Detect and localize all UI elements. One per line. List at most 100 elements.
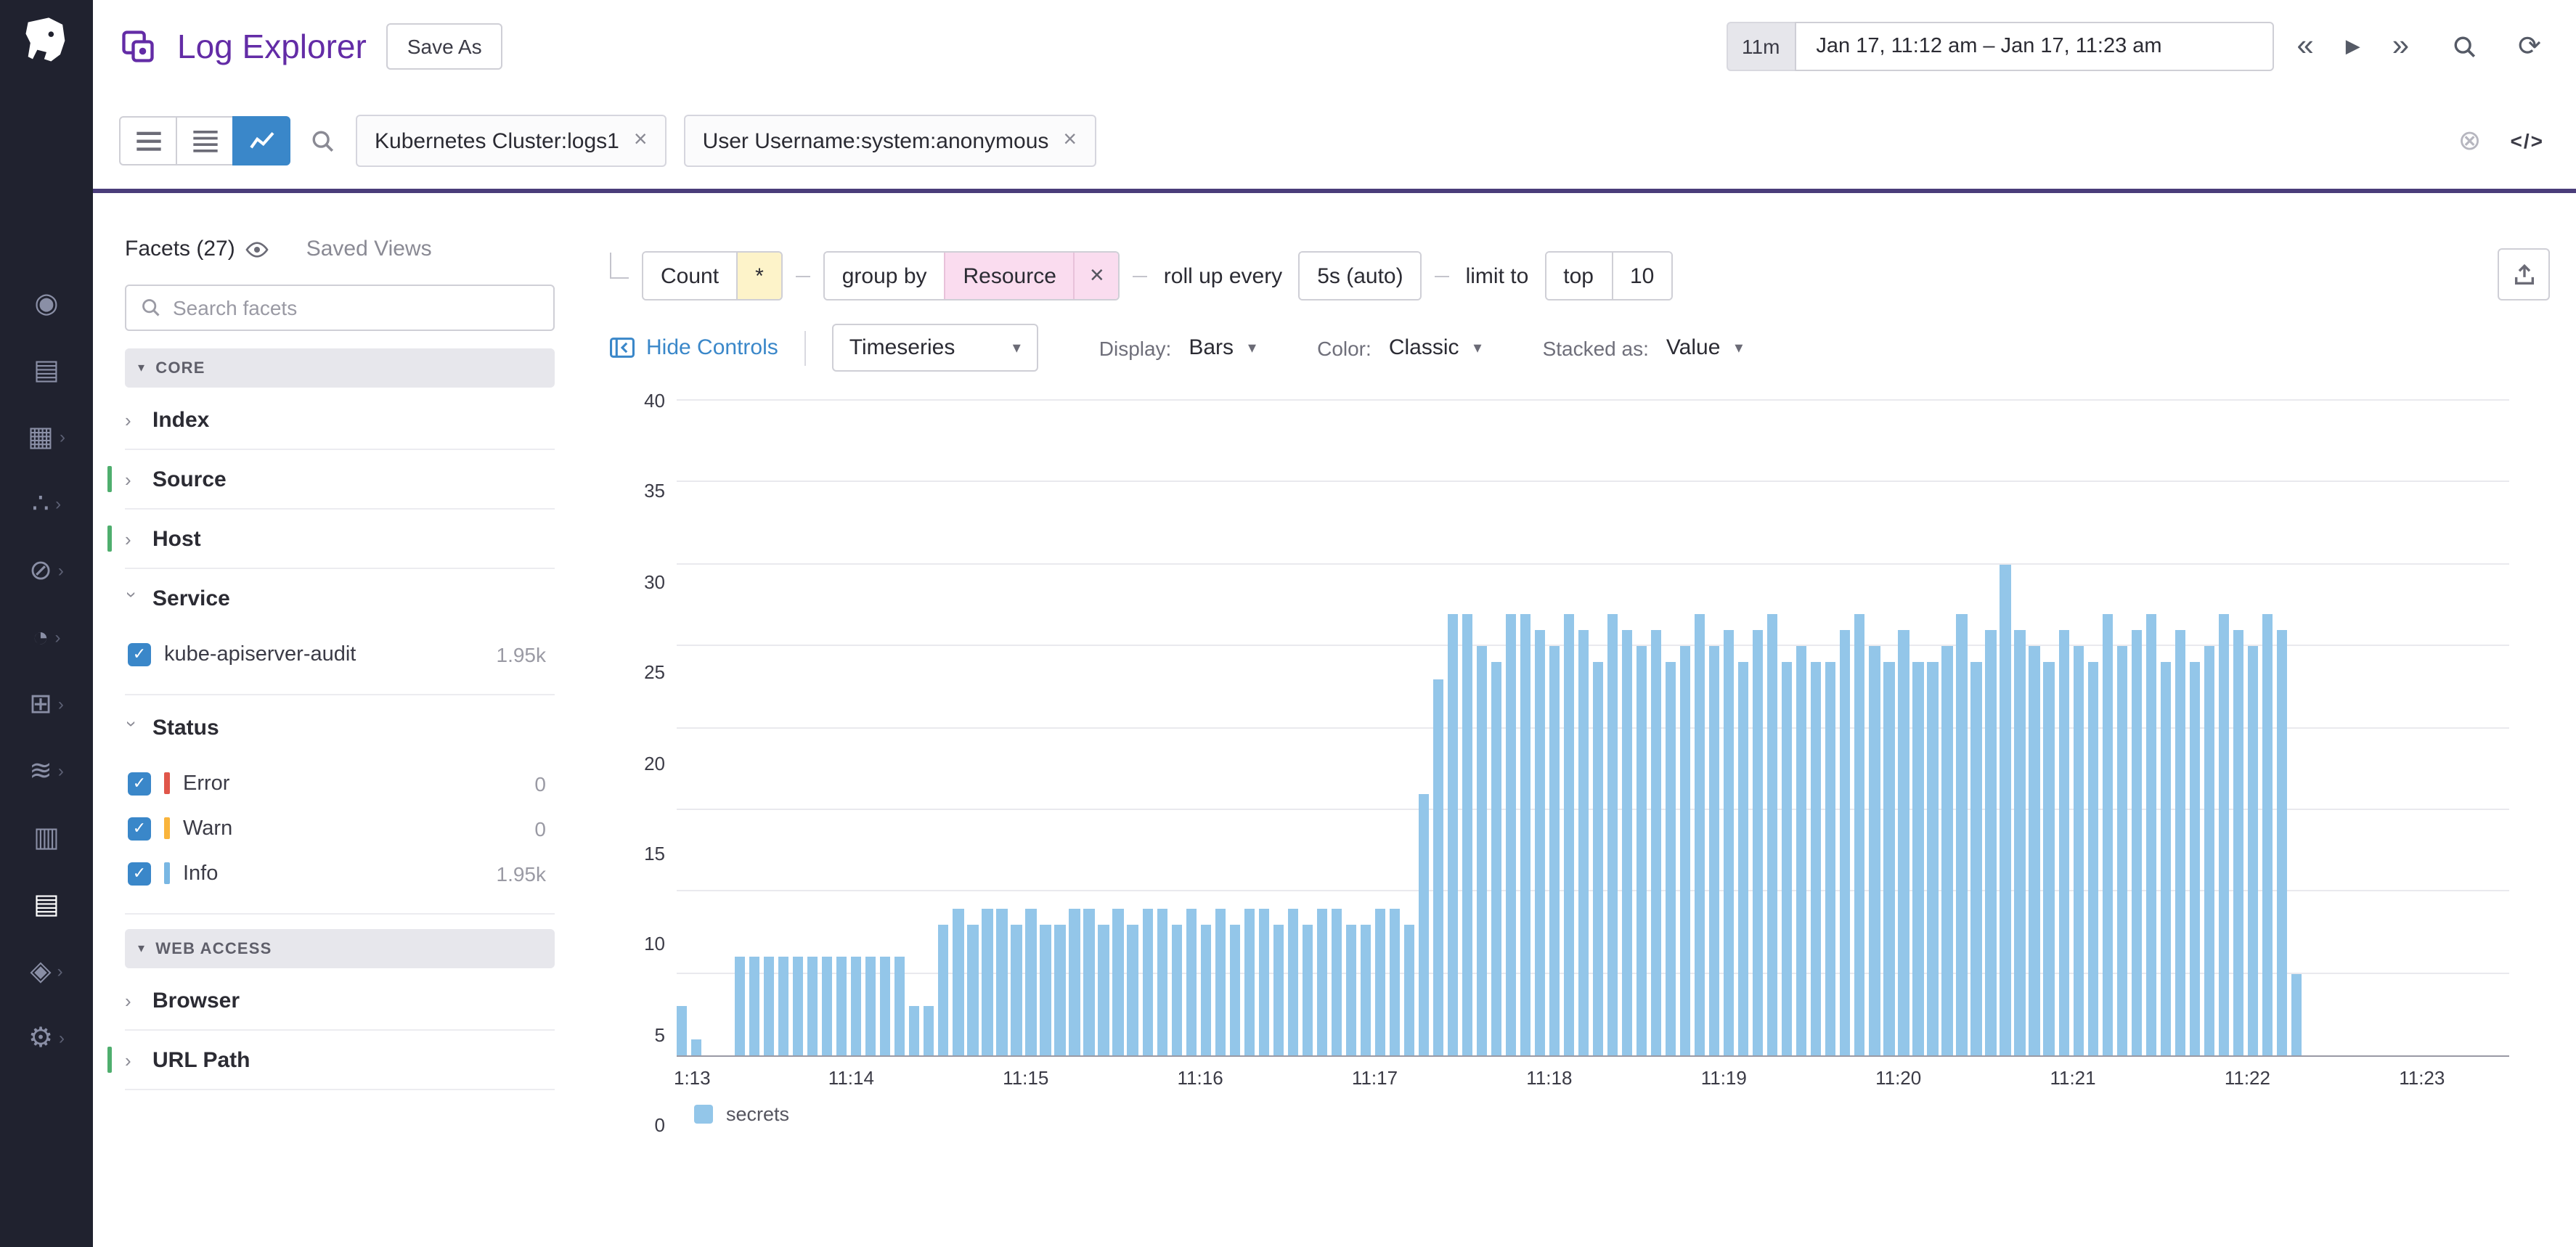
sidebar-item-network[interactable]: ≋› <box>0 752 93 790</box>
stacked-as-value: Value <box>1666 335 1721 360</box>
remove-filter-icon[interactable]: × <box>634 128 648 154</box>
y-tick-label: 0 <box>655 1114 665 1136</box>
time-backward-button[interactable]: « <box>2288 23 2322 70</box>
chart-bar <box>1433 679 1443 1055</box>
hide-controls-link[interactable]: Hide Controls <box>610 335 778 360</box>
chart-bar <box>1928 663 1938 1055</box>
limit-mode-button[interactable]: top <box>1546 253 1611 299</box>
facet-row-status[interactable]: ›Status <box>125 698 555 758</box>
time-forward-button[interactable]: » <box>2384 23 2418 70</box>
facet-row-source[interactable]: ›Source <box>125 450 555 510</box>
apm-icon: ∴ <box>32 490 49 518</box>
datadog-logo[interactable] <box>15 9 78 73</box>
sidebar-item-settings[interactable]: ⚙› <box>0 1019 93 1057</box>
sidebar-item-watchdog[interactable]: ◉ <box>0 285 93 322</box>
facet-value-row[interactable]: ✓Info1.95k <box>128 851 549 896</box>
facet-value-row[interactable]: ✓Error0 <box>128 761 549 806</box>
facet-value-label: Info <box>183 862 218 885</box>
checkbox-checked-icon[interactable]: ✓ <box>128 817 151 840</box>
chart-view-button[interactable] <box>232 116 290 165</box>
facet-row-index[interactable]: ›Index <box>125 391 555 450</box>
chevron-right-icon: › <box>121 592 143 606</box>
chart-bar <box>1767 613 1777 1055</box>
rollup-value-button[interactable]: 5s (auto) <box>1300 253 1420 299</box>
chart-bar <box>1578 630 1589 1055</box>
eye-icon[interactable] <box>245 240 269 258</box>
chart-bar <box>778 957 788 1055</box>
dashboards-icon: ◔ <box>33 624 49 651</box>
count-value-button[interactable]: * <box>736 253 781 299</box>
play-button[interactable]: ▶ <box>2337 29 2369 64</box>
sidebar-item-security[interactable]: ◈› <box>0 952 93 990</box>
group-by-value-button[interactable]: Resource <box>945 253 1074 299</box>
limit-control: top 10 <box>1544 251 1673 300</box>
chart-bar <box>1782 663 1792 1055</box>
tab-facets[interactable]: Facets (27) <box>125 237 269 261</box>
search-input[interactable] <box>1116 128 2438 153</box>
zoom-icon[interactable] <box>2444 28 2486 65</box>
count-button[interactable]: Count <box>643 253 736 299</box>
infrastructure-icon: ⊞ <box>29 690 52 718</box>
facet-row-host[interactable]: ›Host <box>125 510 555 569</box>
sidebar-item-apm[interactable]: ∴› <box>0 485 93 523</box>
refresh-icon[interactable]: ⟳ <box>2509 24 2550 69</box>
filter-chip[interactable]: Kubernetes Cluster:logs1× <box>356 115 667 167</box>
stacked-as-dropdown[interactable]: Value ▾ <box>1666 335 1743 360</box>
chart-bar <box>2174 630 2185 1055</box>
group-by-button[interactable]: group by <box>825 253 945 299</box>
graph-type-dropdown[interactable]: Timeseries ▾ <box>832 324 1038 372</box>
display-dropdown[interactable]: Bars ▾ <box>1189 335 1256 360</box>
code-view-icon[interactable]: </> <box>2511 129 2545 152</box>
sidebar-item-events[interactable]: ▤ <box>0 351 93 389</box>
chart-bar <box>749 957 759 1055</box>
sidebar-item-metrics[interactable]: ▦› <box>0 418 93 456</box>
checkbox-checked-icon[interactable]: ✓ <box>128 642 151 666</box>
plot-area[interactable] <box>677 401 2509 1057</box>
color-dropdown[interactable]: Classic ▾ <box>1389 335 1482 360</box>
chart-bar <box>982 908 993 1055</box>
facet-group-header[interactable]: ▾CORE <box>125 348 555 388</box>
clear-search-icon[interactable]: ⊗ <box>2458 124 2482 158</box>
save-as-button[interactable]: Save As <box>387 23 502 70</box>
y-tick-label: 40 <box>644 390 665 412</box>
sidebar-item-monitors[interactable]: ⊘› <box>0 552 93 589</box>
remove-filter-icon[interactable]: × <box>1063 128 1077 154</box>
chart-bar <box>1870 646 1880 1055</box>
checkbox-checked-icon[interactable]: ✓ <box>128 772 151 795</box>
facet-group-label: CORE <box>155 359 205 377</box>
facet-search-input[interactable] <box>173 296 539 319</box>
chart-bar <box>2218 613 2228 1055</box>
chart-bar <box>968 925 978 1055</box>
facet-value-row[interactable]: ✓kube-apiserver-audit1.95k <box>128 631 549 676</box>
chart-bar <box>1520 613 1530 1055</box>
chart-bar <box>1957 613 1967 1055</box>
checkbox-checked-icon[interactable]: ✓ <box>128 862 151 885</box>
facet-value-count: 0 <box>534 817 549 840</box>
time-range-input[interactable]: Jan 17, 11:12 am – Jan 17, 11:23 am <box>1794 22 2273 71</box>
sidebar-item-infrastructure[interactable]: ⊞› <box>0 685 93 723</box>
sidebar-item-notebooks[interactable]: ▥ <box>0 819 93 856</box>
tab-saved-views[interactable]: Saved Views <box>306 237 432 261</box>
side-by-side-view-button[interactable] <box>176 116 234 165</box>
facet-group-header[interactable]: ▾WEB ACCESS <box>125 929 555 968</box>
export-button[interactable] <box>2498 248 2550 300</box>
chart-bar <box>1229 925 1239 1055</box>
facet-row-browser[interactable]: ›Browser <box>125 971 555 1031</box>
y-tick-label: 10 <box>644 933 665 955</box>
filter-chip[interactable]: User Username:system:anonymous× <box>684 115 1096 167</box>
facet-value-row[interactable]: ✓Warn0 <box>128 806 549 851</box>
sidebar-item-dashboards[interactable]: ◔› <box>0 618 93 656</box>
list-view-button[interactable] <box>119 116 177 165</box>
chart-bar <box>1462 613 1472 1055</box>
chart-bar <box>1724 630 1734 1055</box>
limit-value-button[interactable]: 10 <box>1611 253 1671 299</box>
time-duration-badge[interactable]: 11m <box>1726 22 1794 71</box>
chart-bar <box>2262 613 2272 1055</box>
facet-label: Host <box>152 526 201 551</box>
chart-legend[interactable]: secrets <box>677 1103 2509 1125</box>
remove-group-by-icon[interactable]: × <box>1074 253 1119 299</box>
sidebar-item-logs[interactable]: ▤ <box>0 886 93 923</box>
saved-views-tab-label: Saved Views <box>306 237 432 261</box>
facet-row-service[interactable]: ›Service <box>125 569 555 629</box>
facet-row-url-path[interactable]: ›URL Path <box>125 1031 555 1090</box>
